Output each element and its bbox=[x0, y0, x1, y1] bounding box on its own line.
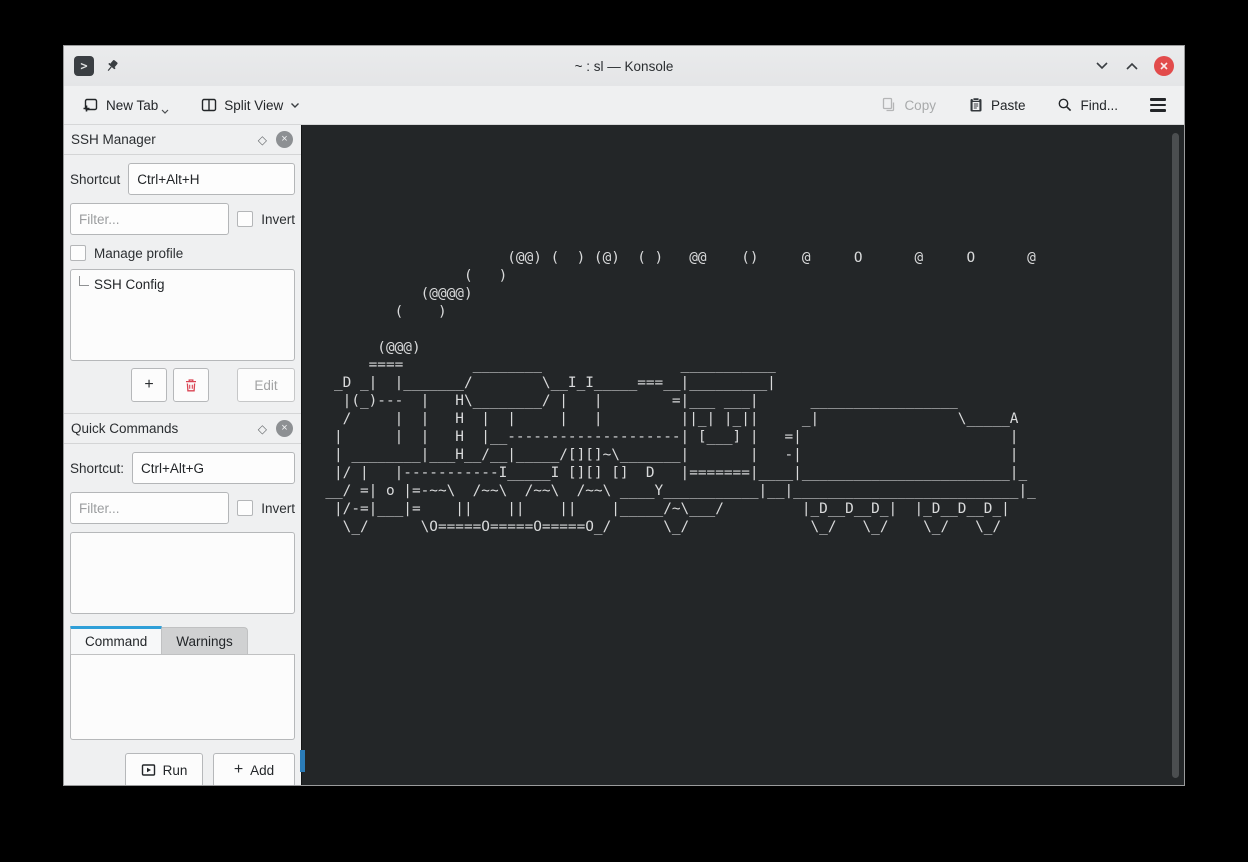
split-view-icon bbox=[201, 97, 217, 113]
ssh-add-button[interactable]: + bbox=[131, 368, 167, 402]
ssh-invert-checkbox[interactable] bbox=[237, 211, 253, 227]
qc-invert-label: Invert bbox=[261, 501, 295, 516]
sidebar: SSH Manager ◇ × Shortcut Invert bbox=[64, 125, 301, 785]
float-panel-icon[interactable]: ◇ bbox=[258, 422, 267, 436]
plus-icon: + bbox=[144, 376, 153, 394]
copy-icon bbox=[881, 97, 897, 113]
split-view-button[interactable]: Split View bbox=[197, 95, 304, 115]
terminal-output: (@@) ( ) (@) ( ) @@ () @ O @ O @ ( ) (@@… bbox=[308, 250, 1036, 537]
new-tab-label: New Tab bbox=[106, 98, 158, 113]
close-x-icon bbox=[1159, 61, 1169, 71]
paste-icon bbox=[968, 97, 984, 113]
ssh-manager-title: SSH Manager bbox=[71, 132, 249, 147]
ssh-config-tree[interactable]: SSH Config bbox=[70, 269, 295, 361]
run-label: Run bbox=[163, 763, 188, 778]
new-tab-dropdown-caret-icon bbox=[161, 109, 169, 114]
pin-icon[interactable] bbox=[104, 58, 120, 74]
ssh-panel-close-button[interactable]: × bbox=[276, 131, 293, 148]
quick-commands-header[interactable]: Quick Commands ◇ × bbox=[64, 414, 301, 444]
find-label: Find... bbox=[1080, 98, 1118, 113]
search-icon bbox=[1057, 97, 1073, 113]
tab-warnings-label: Warnings bbox=[176, 634, 233, 649]
add-command-button[interactable]: + Add bbox=[213, 753, 295, 785]
new-tab-icon bbox=[82, 97, 99, 113]
close-button[interactable] bbox=[1154, 56, 1174, 76]
titlebar[interactable]: > ~ : sl — Konsole bbox=[64, 46, 1184, 86]
paste-label: Paste bbox=[991, 98, 1026, 113]
ssh-manager-header[interactable]: SSH Manager ◇ × bbox=[64, 125, 301, 155]
minimize-chevron-icon bbox=[1094, 61, 1110, 71]
tab-warnings[interactable]: Warnings bbox=[162, 627, 248, 654]
menu-button[interactable] bbox=[1146, 96, 1170, 114]
paste-button[interactable]: Paste bbox=[964, 95, 1030, 115]
window-content: SSH Manager ◇ × Shortcut Invert bbox=[64, 125, 1184, 785]
maximize-chevron-icon bbox=[1124, 61, 1140, 71]
ssh-edit-button[interactable]: Edit bbox=[237, 368, 295, 402]
tree-item-ssh-config[interactable]: SSH Config bbox=[71, 270, 294, 292]
plus-icon: + bbox=[234, 761, 243, 779]
terminal-pane[interactable]: (@@) ( ) (@) ( ) @@ () @ O @ O @ ( ) (@@… bbox=[301, 125, 1184, 785]
split-view-chevron-icon bbox=[290, 102, 300, 109]
ssh-manager-panel: SSH Manager ◇ × Shortcut Invert bbox=[64, 125, 301, 402]
ssh-filter-input[interactable] bbox=[70, 203, 229, 235]
maximize-button[interactable] bbox=[1124, 61, 1140, 71]
quick-commands-panel: Quick Commands ◇ × Shortcut: Invert bbox=[64, 413, 301, 785]
window-title: ~ : sl — Konsole bbox=[64, 59, 1184, 74]
sidebar-scroll-indicator[interactable] bbox=[300, 750, 305, 772]
tree-branch-icon bbox=[79, 276, 89, 286]
manage-profile-label: Manage profile bbox=[94, 246, 183, 261]
konsole-window: > ~ : sl — Konsole bbox=[63, 45, 1185, 786]
konsole-app-icon[interactable]: > bbox=[74, 56, 94, 76]
ssh-delete-button[interactable] bbox=[173, 368, 209, 402]
ssh-edit-label: Edit bbox=[254, 378, 277, 393]
qc-shortcut-label: Shortcut: bbox=[70, 461, 124, 476]
manage-profile-checkbox[interactable] bbox=[70, 245, 86, 261]
qc-shortcut-input[interactable] bbox=[132, 452, 295, 484]
tab-command[interactable]: Command bbox=[70, 626, 162, 654]
float-panel-icon[interactable]: ◇ bbox=[258, 133, 267, 147]
hamburger-icon bbox=[1150, 98, 1166, 112]
minimize-button[interactable] bbox=[1094, 61, 1110, 71]
ssh-shortcut-input[interactable] bbox=[128, 163, 295, 195]
konsole-app-icon-glyph: > bbox=[80, 59, 87, 73]
add-command-label: Add bbox=[250, 763, 274, 778]
qc-command-editor[interactable] bbox=[70, 654, 295, 740]
toolbar: New Tab Split View Copy bbox=[64, 86, 1184, 125]
trash-icon bbox=[184, 378, 198, 393]
quick-commands-title: Quick Commands bbox=[71, 421, 249, 436]
terminal-scrollbar-thumb[interactable] bbox=[1172, 133, 1179, 778]
ssh-shortcut-label: Shortcut bbox=[70, 172, 120, 187]
run-icon bbox=[141, 763, 156, 777]
qc-filter-input[interactable] bbox=[70, 492, 229, 524]
new-tab-button[interactable]: New Tab bbox=[78, 95, 173, 116]
copy-label: Copy bbox=[904, 98, 936, 113]
split-view-label: Split View bbox=[224, 98, 283, 113]
find-button[interactable]: Find... bbox=[1053, 95, 1122, 115]
tree-item-label: SSH Config bbox=[94, 277, 165, 292]
run-button[interactable]: Run bbox=[125, 753, 203, 785]
qc-panel-close-button[interactable]: × bbox=[276, 420, 293, 437]
screen: > ~ : sl — Konsole bbox=[0, 0, 1248, 862]
tab-command-label: Command bbox=[85, 634, 147, 649]
copy-button[interactable]: Copy bbox=[877, 95, 940, 115]
qc-invert-checkbox[interactable] bbox=[237, 500, 253, 516]
ssh-invert-label: Invert bbox=[261, 212, 295, 227]
qc-tabs: Command Warnings bbox=[70, 626, 295, 654]
qc-command-list[interactable] bbox=[70, 532, 295, 614]
